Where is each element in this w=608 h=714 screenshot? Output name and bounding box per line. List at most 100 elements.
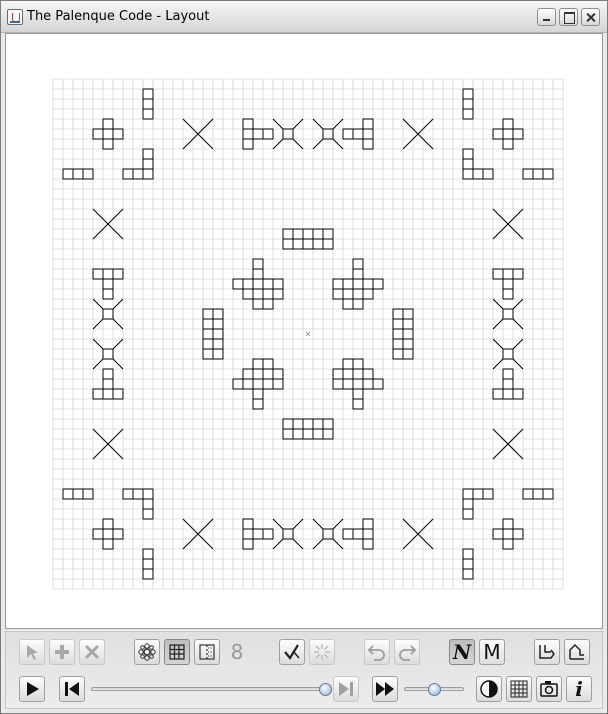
pattern-cell (362, 118, 374, 130)
pattern-cell (262, 298, 274, 310)
grid-tool-button[interactable] (164, 639, 190, 665)
pattern-cell (342, 288, 354, 300)
pattern-cell (502, 288, 514, 300)
pattern-cell (282, 228, 294, 240)
add-tool-button[interactable] (49, 639, 75, 665)
pattern-cell (402, 338, 414, 350)
symmetry-tool-button[interactable] (134, 639, 160, 665)
pattern-cell (252, 378, 264, 390)
pattern-cell (322, 128, 334, 140)
pattern-cell (352, 528, 364, 540)
snapshot-button[interactable] (536, 676, 562, 702)
fast-forward-icon (376, 682, 394, 696)
mode-n-button[interactable]: N (449, 639, 475, 665)
pattern-cell (242, 368, 254, 380)
play-button[interactable] (19, 676, 45, 702)
pattern-cell (392, 348, 404, 360)
maximize-icon[interactable] (559, 8, 578, 26)
speed-slider-thumb[interactable] (428, 683, 441, 696)
pattern-cell (322, 528, 334, 540)
pattern-cell (342, 528, 354, 540)
pattern-cell (282, 238, 294, 250)
pattern-cell (272, 278, 284, 290)
pattern-cell (242, 528, 254, 540)
mode-m-button[interactable]: M (479, 639, 505, 665)
pattern-cell (502, 538, 514, 550)
pattern-cell (202, 328, 214, 340)
skip-to-start-button[interactable] (59, 676, 85, 702)
pattern-cell (202, 318, 214, 330)
pattern-cell (512, 128, 524, 140)
pattern-cell (92, 128, 104, 140)
pattern-cell (512, 528, 524, 540)
sparkle-tool-button[interactable] (309, 639, 335, 665)
pattern-cell (402, 328, 414, 340)
pattern-cell (342, 368, 354, 380)
pattern-cell (102, 308, 114, 320)
pattern-cell (142, 498, 154, 510)
fast-forward-button[interactable] (372, 676, 398, 702)
pattern-board[interactable] (6, 34, 602, 628)
pattern-cell (392, 328, 404, 340)
pattern-cell (342, 358, 354, 370)
pattern-cell (122, 488, 134, 500)
pattern-cell (462, 98, 474, 110)
pattern-cell (362, 378, 374, 390)
timeline-slider-thumb[interactable] (319, 683, 332, 696)
pattern-cell (212, 328, 224, 340)
skip-start-icon (65, 682, 79, 696)
letter-m-icon: M (483, 640, 501, 664)
pattern-cell (532, 488, 544, 500)
delete-tool-button[interactable] (79, 639, 105, 665)
pattern-cell (212, 318, 224, 330)
pattern-cell (102, 518, 114, 530)
check-tool-button[interactable] (279, 639, 305, 665)
x-icon (84, 644, 100, 660)
plus-icon (55, 645, 69, 659)
select-tool-button[interactable] (19, 639, 45, 665)
pattern-cell (242, 278, 254, 290)
contrast-icon (480, 680, 498, 698)
pattern-cell (252, 528, 264, 540)
path-up-button[interactable] (564, 639, 590, 665)
path-out-button[interactable] (534, 639, 560, 665)
pattern-cell (102, 538, 114, 550)
pattern-cell (322, 428, 334, 440)
pattern-cell (202, 338, 214, 350)
pattern-cell (352, 128, 364, 140)
pattern-cell (252, 268, 264, 280)
java-cup-icon (7, 9, 23, 25)
pattern-cell (532, 168, 544, 180)
contrast-button[interactable] (476, 676, 502, 702)
layout-canvas[interactable] (5, 33, 603, 629)
undo-button[interactable] (364, 639, 390, 665)
arrow-pointer-icon (27, 645, 38, 660)
pattern-cell (252, 258, 264, 270)
pattern-cell (522, 168, 534, 180)
pattern-cell (392, 308, 404, 320)
pattern-cell (362, 538, 374, 550)
frame-tool-button[interactable] (194, 639, 220, 665)
pattern-cell (242, 288, 254, 300)
pattern-cell (342, 378, 354, 390)
pattern-cell (102, 288, 114, 300)
pattern-cell (92, 388, 104, 400)
timeline-slider-track[interactable] (91, 687, 327, 691)
pattern-cell (482, 488, 494, 500)
pattern-cell (502, 518, 514, 530)
close-icon[interactable] (581, 8, 600, 26)
pattern-cell (512, 268, 524, 280)
table-button[interactable] (506, 676, 532, 702)
pattern-cell (272, 368, 284, 380)
window-title: The Palenque Code - Layout (27, 9, 210, 24)
pattern-cell (392, 318, 404, 330)
title-bar[interactable]: The Palenque Code - Layout (1, 1, 607, 33)
pattern-cell (302, 428, 314, 440)
redo-button[interactable] (394, 639, 420, 665)
info-button[interactable]: i (566, 676, 592, 702)
minimize-icon[interactable] (537, 8, 556, 26)
pattern-cell (312, 228, 324, 240)
pattern-cell (72, 168, 84, 180)
pattern-cell (252, 278, 264, 290)
skip-to-end-button[interactable] (333, 676, 359, 702)
